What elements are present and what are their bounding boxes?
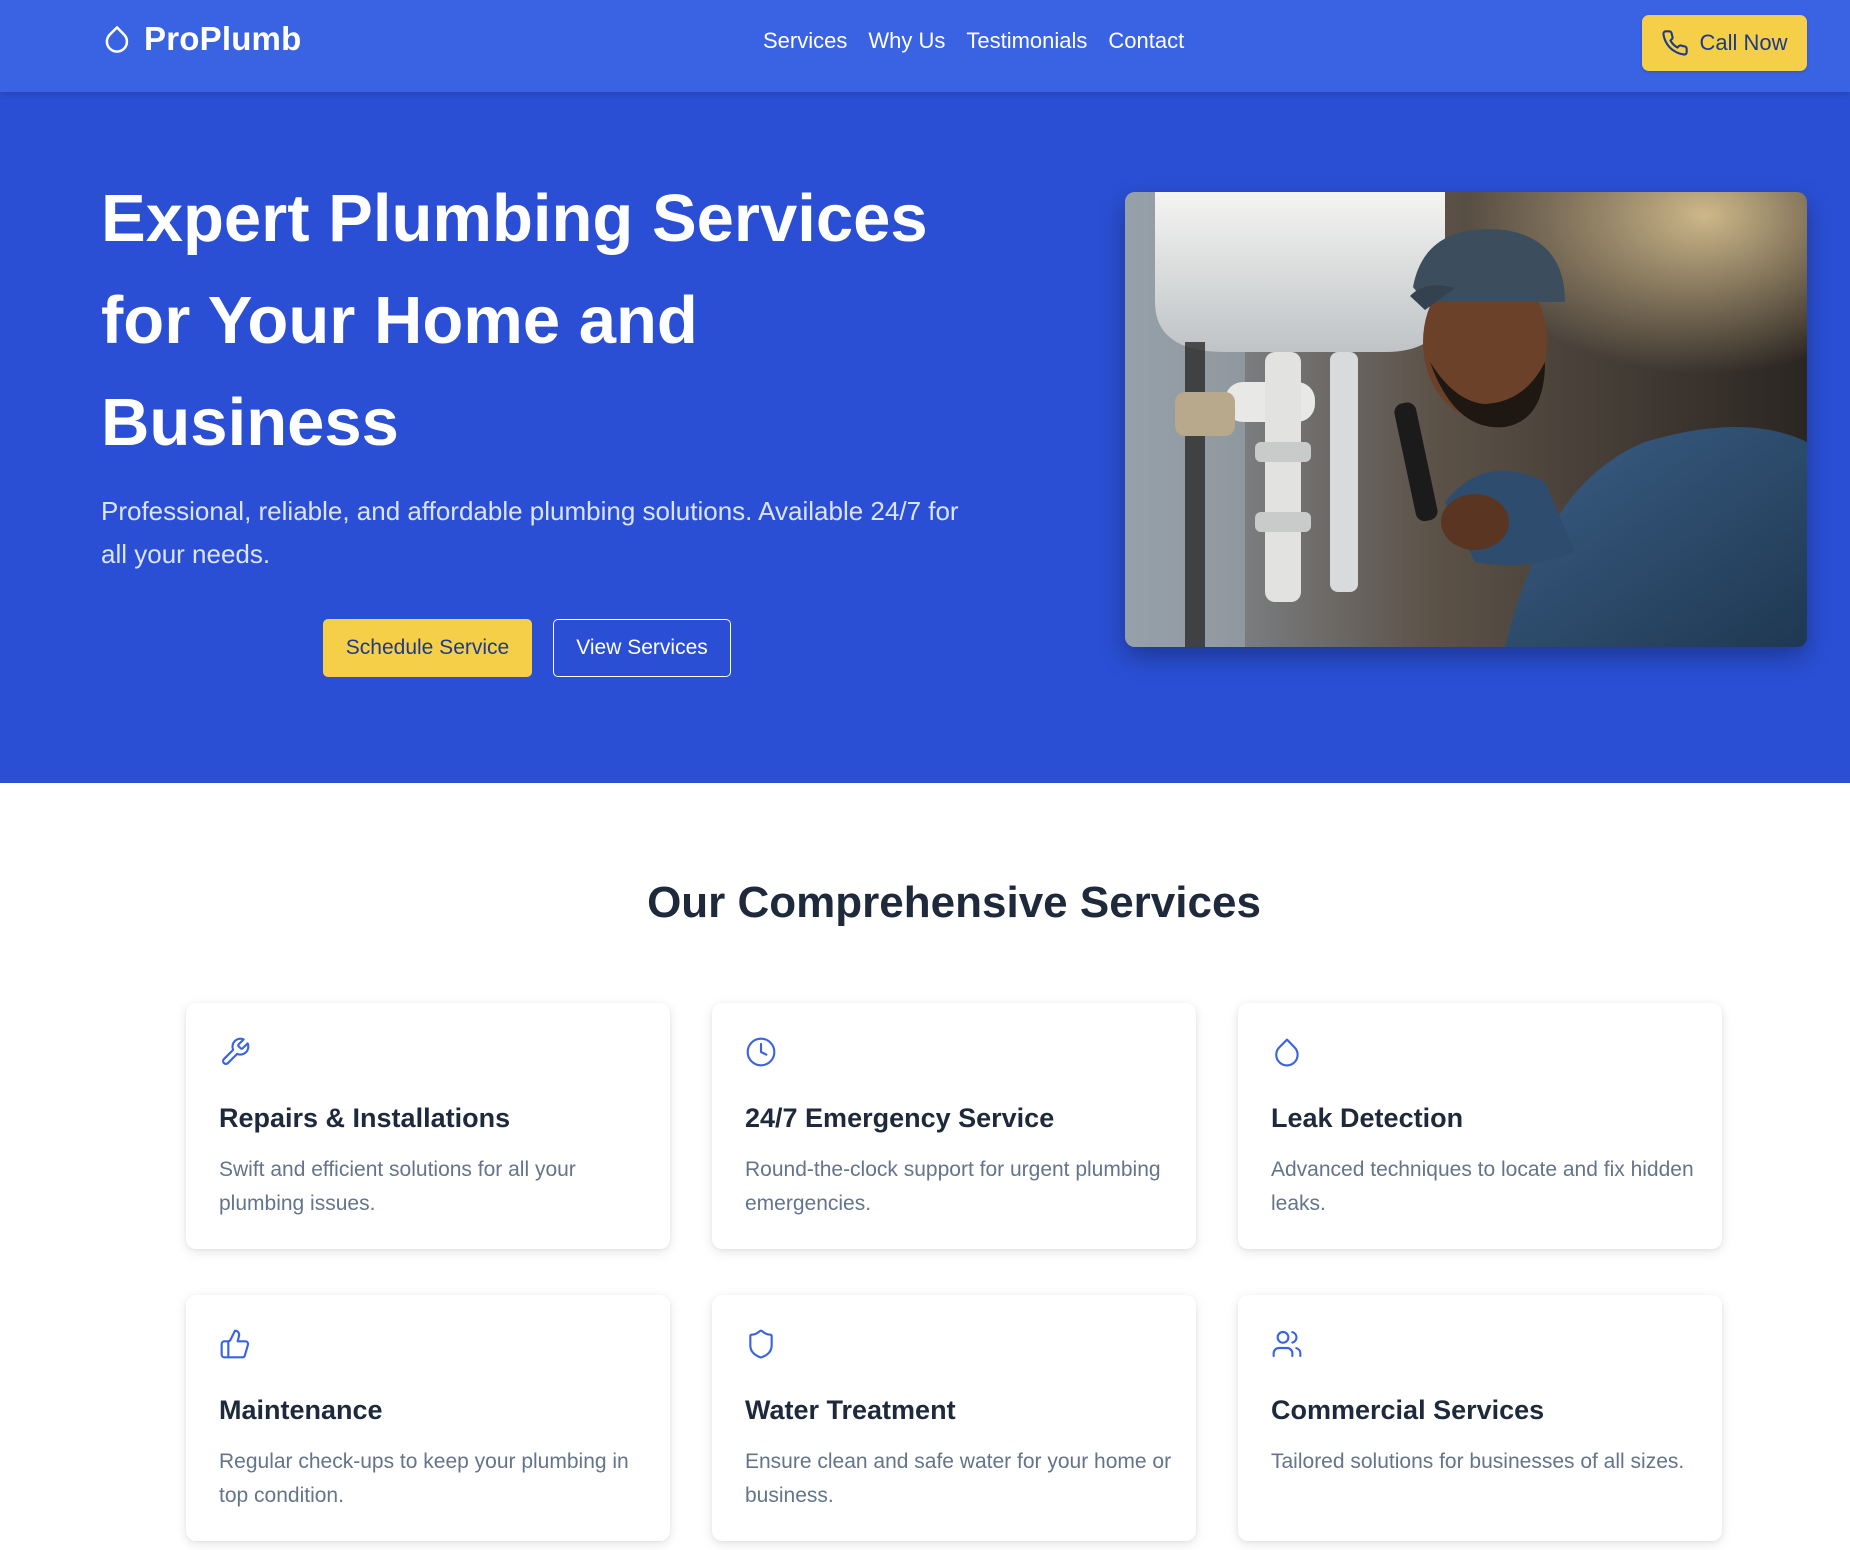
brand-name: ProPlumb xyxy=(144,20,302,57)
view-services-button[interactable]: View Services xyxy=(553,619,731,677)
hero-subtitle: Professional, reliable, and affordable p… xyxy=(101,496,959,569)
nav-link-why-us[interactable]: Why Us xyxy=(868,28,945,54)
service-description: Advanced techniques to locate and fix hi… xyxy=(1271,1158,1694,1215)
service-title: Commercial Services xyxy=(1271,1395,1545,1425)
plumber-photo xyxy=(1125,192,1807,647)
service-title: 24/7 Emergency Service xyxy=(745,1103,1055,1133)
thumbs-up-icon xyxy=(219,1328,251,1360)
brand-logo[interactable]: ProPlumb xyxy=(102,20,301,58)
call-now-button[interactable]: Call Now xyxy=(1642,15,1807,71)
service-description: Swift and efficient solutions for all yo… xyxy=(219,1158,576,1215)
service-description: Regular check-ups to keep your plumbing … xyxy=(219,1450,629,1507)
phone-icon xyxy=(1662,30,1689,56)
service-card-commercial[interactable]: Commercial Services Tailored solutions f… xyxy=(1238,1295,1722,1541)
call-now-label: Call Now xyxy=(1699,30,1788,55)
nav-link-contact[interactable]: Contact xyxy=(1108,28,1184,54)
service-title: Leak Detection xyxy=(1271,1103,1464,1133)
wrench-icon xyxy=(219,1036,251,1068)
service-title: Repairs & Installations xyxy=(219,1103,511,1133)
service-card-repairs[interactable]: Repairs & Installations Swift and effici… xyxy=(186,1003,670,1249)
service-title: Maintenance xyxy=(219,1395,383,1425)
service-card-leak-detection[interactable]: Leak Detection Advanced techniques to lo… xyxy=(1238,1003,1722,1249)
droplet-icon xyxy=(105,26,129,53)
service-description: Round-the-clock support for urgent plumb… xyxy=(745,1158,1161,1215)
service-title: Water Treatment xyxy=(745,1395,956,1425)
shield-icon xyxy=(745,1328,777,1360)
services-section: Our Comprehensive Services Repairs & Ins… xyxy=(0,783,1850,1550)
nav-link-testimonials[interactable]: Testimonials xyxy=(966,28,1087,54)
schedule-service-button[interactable]: Schedule Service xyxy=(323,619,532,677)
top-navbar: ProPlumb Services Why Us Testimonials Co… xyxy=(0,0,1850,92)
service-card-maintenance[interactable]: Maintenance Regular check-ups to keep yo… xyxy=(186,1295,670,1541)
users-icon xyxy=(1271,1328,1303,1360)
nav-links: Services Why Us Testimonials Contact xyxy=(763,28,1184,54)
service-description: Ensure clean and safe water for your hom… xyxy=(745,1450,1172,1507)
service-description: Tailored solutions for businesses of all… xyxy=(1271,1450,1685,1473)
hero-title: Expert Plumbing Services for Your Home a… xyxy=(101,181,928,460)
service-card-emergency[interactable]: 24/7 Emergency Service Round-the-clock s… xyxy=(712,1003,1196,1249)
nav-link-services[interactable]: Services xyxy=(763,28,847,54)
droplet-icon xyxy=(1271,1036,1303,1068)
services-title: Our Comprehensive Services xyxy=(647,878,1261,927)
hero-section: Expert Plumbing Services for Your Home a… xyxy=(0,92,1850,783)
clock-icon xyxy=(745,1036,777,1068)
service-card-water-treatment[interactable]: Water Treatment Ensure clean and safe wa… xyxy=(712,1295,1196,1541)
